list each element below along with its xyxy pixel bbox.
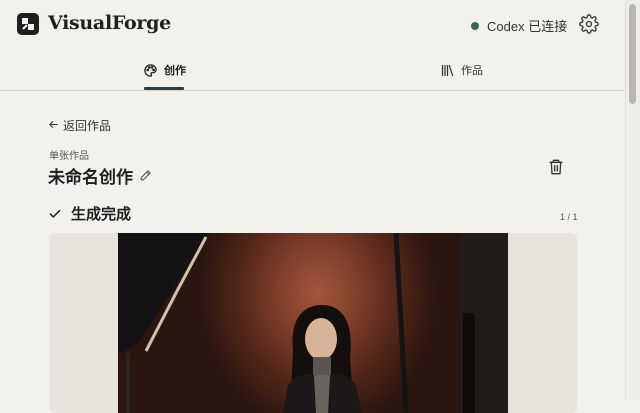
settings-button[interactable] <box>579 14 599 34</box>
tab-create-label: 创作 <box>164 65 186 77</box>
page-scrollbar[interactable] <box>625 0 640 400</box>
logo-mark-icon <box>17 13 39 35</box>
tab-works-label: 作品 <box>461 65 483 77</box>
pencil-icon <box>140 170 151 181</box>
item-type-label: 单张作品 <box>49 151 89 162</box>
app-header: VisualForge Codex 已连接 <box>0 0 626 50</box>
delete-button[interactable] <box>548 158 564 176</box>
back-to-works-link[interactable]: 返回作品 <box>48 117 111 134</box>
main-tabs: 创作 作品 <box>0 50 626 91</box>
scrollbar-thumb[interactable] <box>629 4 636 104</box>
trash-icon <box>549 159 563 175</box>
page-title-text: 未命名创作 <box>48 168 133 187</box>
app-logo <box>17 13 39 35</box>
palette-icon <box>143 63 158 78</box>
edit-title-button[interactable] <box>139 169 152 182</box>
connection-status-text: Codex 已连接 <box>487 19 568 34</box>
image-preview-frame <box>49 233 577 413</box>
page-title: 未命名创作 <box>48 163 152 188</box>
status-dot-icon <box>471 21 479 30</box>
library-icon <box>440 63 455 78</box>
generation-status: 生成完成 <box>48 203 131 224</box>
portrait-photo-illustration <box>118 233 508 413</box>
tab-works[interactable]: 作品 <box>440 50 483 90</box>
back-label: 返回作品 <box>63 119 112 133</box>
gear-icon <box>579 14 599 34</box>
image-counter: 1 / 1 <box>560 212 578 222</box>
tab-create[interactable]: 创作 <box>143 50 186 90</box>
checkmark-icon <box>48 207 62 221</box>
generated-image[interactable] <box>118 233 508 413</box>
generation-status-text: 生成完成 <box>71 206 132 223</box>
brand-name: VisualForge <box>48 12 171 34</box>
active-tab-indicator <box>144 87 184 90</box>
connection-status: Codex 已连接 <box>471 16 567 35</box>
arrow-left-icon <box>48 118 59 133</box>
